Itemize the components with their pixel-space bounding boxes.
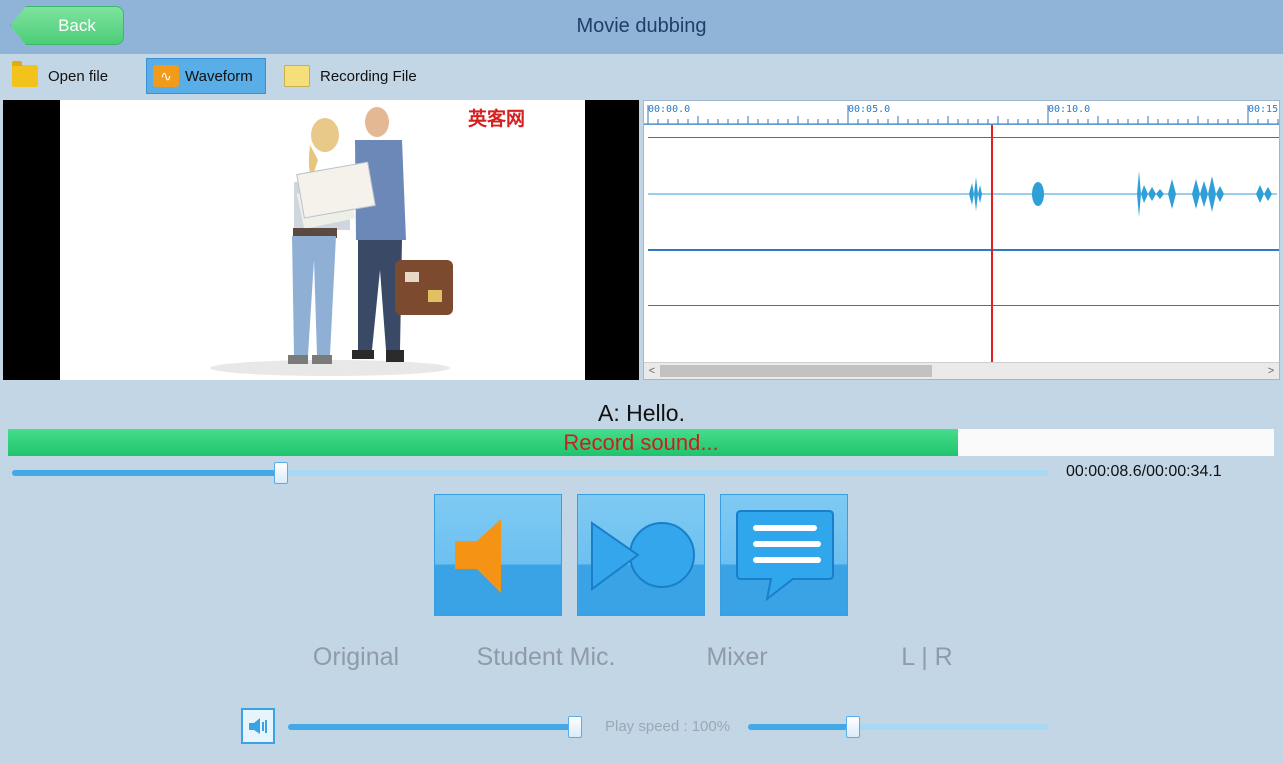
recording-file-icon [284, 65, 310, 87]
watermark-logo: 英客网 [467, 109, 525, 130]
subtitle-text: A: Hello. [598, 400, 685, 426]
play-speed-knob[interactable] [846, 716, 860, 738]
scroll-right-icon[interactable]: > [1263, 363, 1279, 379]
open-file-label: Open file [48, 67, 109, 85]
volume-icon[interactable] [241, 708, 275, 744]
play-speed-slider[interactable] [748, 716, 1048, 738]
scroll-left-icon[interactable]: < [644, 363, 660, 379]
volume-knob[interactable] [568, 716, 582, 738]
student-mic-label: Student Mic. [476, 643, 616, 671]
video-scene-image [210, 107, 453, 376]
waveform-scrollbar[interactable]: < > [644, 362, 1279, 379]
record-mic-icon [591, 521, 695, 591]
waveform-icon: ∿ [153, 65, 179, 87]
lr-channel-label[interactable]: L | R [893, 643, 961, 672]
waveform-button[interactable]: ∿ Waveform [146, 58, 266, 94]
mixer-label: Mixer [706, 643, 768, 671]
video-frame: 英客网 [60, 100, 585, 380]
play-speed-label: Play speed : 100% [605, 718, 731, 735]
video-player[interactable]: 英客网 [3, 100, 639, 380]
playhead-cursor[interactable] [991, 125, 993, 363]
original-sound-button[interactable] [434, 494, 562, 616]
record-status-text: Record sound... [563, 430, 719, 455]
original-label: Original [312, 643, 400, 671]
play-speed-fill [748, 724, 853, 730]
volume-fill [288, 724, 582, 730]
window-title: Movie dubbing [576, 15, 707, 37]
toolbar: Open file ∿ Waveform Recording File [0, 54, 1283, 99]
volume-speaker-icon [249, 718, 267, 734]
title-bar: Movie dubbing Back [0, 0, 1283, 54]
audio-waveform [648, 171, 1277, 217]
open-file-button[interactable]: Open file [12, 58, 108, 94]
chat-bubble-icon [736, 510, 834, 602]
speaker-icon [455, 519, 501, 593]
scroll-thumb[interactable] [660, 365, 932, 377]
back-button[interactable]: Back [10, 6, 124, 45]
folder-icon [12, 61, 38, 87]
mixer-button[interactable] [720, 494, 848, 616]
recording-file-button[interactable]: Recording File [284, 58, 417, 94]
time-readout: 00:00:08.6/00:00:34.1 [1066, 463, 1222, 480]
playback-position-fill [12, 470, 281, 476]
record-progress-bar: Record sound... [8, 429, 1274, 456]
student-mic-button[interactable] [577, 494, 705, 616]
volume-slider[interactable] [288, 716, 582, 738]
recording-file-label: Recording File [320, 67, 417, 85]
waveform-label: Waveform [185, 67, 253, 85]
playback-position-knob[interactable] [274, 462, 288, 484]
waveform-panel[interactable]: 00:00.0 00:05.0 00:10.0 00:15 < > [643, 100, 1280, 380]
playback-position-slider[interactable] [12, 462, 1048, 484]
